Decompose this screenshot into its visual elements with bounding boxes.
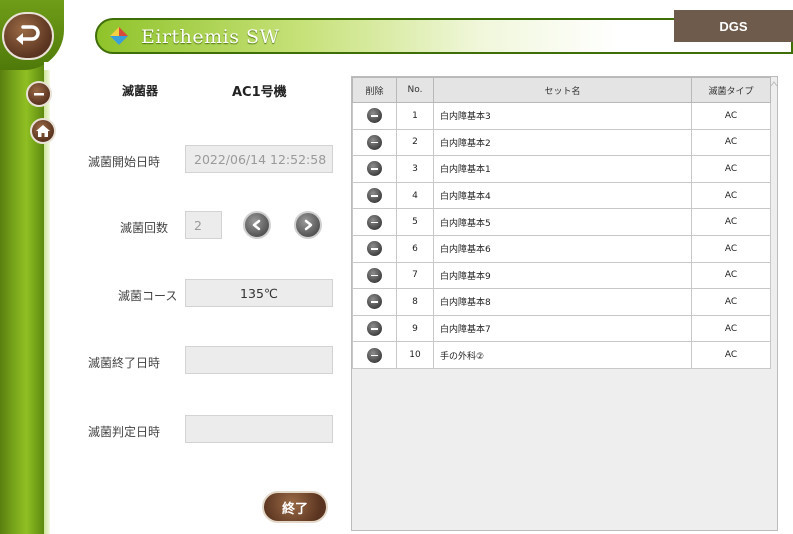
start-time-label: 滅菌開始日時 <box>88 155 161 169</box>
diamond-logo-icon <box>110 27 128 45</box>
next-count-button[interactable] <box>294 211 322 239</box>
table-row[interactable]: 8 白内障基本8 AC <box>352 288 771 316</box>
back-arrow-icon <box>16 25 40 45</box>
home-icon <box>36 125 50 137</box>
row-no: 5 <box>396 208 434 236</box>
remove-row-icon[interactable] <box>367 321 382 337</box>
remove-row-icon[interactable] <box>367 161 382 177</box>
table-row[interactable]: 7 白内障基本9 AC <box>352 261 771 290</box>
row-set-name: 白内障基本3 <box>433 102 692 130</box>
table-row[interactable]: 6 白内障基本6 AC <box>352 234 771 263</box>
row-set-name: 白内障基本8 <box>433 288 692 316</box>
back-button[interactable] <box>2 12 54 60</box>
table-row[interactable]: 2 白内障基本2 AC <box>352 128 771 157</box>
course-field: 135℃ <box>185 279 333 307</box>
row-type: AC <box>691 314 771 343</box>
row-set-name: 白内障基本4 <box>433 181 692 210</box>
remove-row-icon[interactable] <box>367 134 382 150</box>
end-time-label: 滅菌終了日時 <box>88 356 161 370</box>
row-no: 1 <box>396 102 434 130</box>
col-no: No. <box>396 77 434 103</box>
app-title: Eirthemis SW <box>141 26 280 48</box>
remove-row-icon[interactable] <box>367 108 382 124</box>
row-type: AC <box>691 102 771 130</box>
row-no: 7 <box>396 261 434 290</box>
row-type: AC <box>691 155 771 183</box>
row-no: 10 <box>396 341 434 369</box>
device-label: 滅菌器 <box>122 84 159 98</box>
row-type: AC <box>691 208 771 236</box>
prev-count-button[interactable] <box>243 211 271 239</box>
row-no: 8 <box>396 288 434 316</box>
home-button[interactable] <box>30 118 56 144</box>
row-set-name: 白内障基本7 <box>433 314 692 343</box>
row-type: AC <box>691 181 771 210</box>
row-type: AC <box>691 341 771 369</box>
chevron-right-icon <box>304 219 313 231</box>
table-row[interactable]: 4 白内障基本4 AC <box>352 181 771 210</box>
count-label: 滅菌回数 <box>120 221 169 235</box>
remove-row-icon[interactable] <box>367 188 382 204</box>
table-row[interactable]: 10 手の外科② AC <box>352 341 771 369</box>
row-no: 9 <box>396 314 434 343</box>
table-row[interactable]: 1 白内障基本3 AC <box>352 102 771 130</box>
judge-time-field <box>185 415 333 443</box>
start-time-field: 2022/06/14 12:52:58 <box>185 145 333 173</box>
row-type: AC <box>691 234 771 263</box>
remove-row-icon[interactable] <box>367 267 382 283</box>
set-table: 削除 No. セット名 滅菌タイプ 1 白内障基本3 AC 2 白内障基本2 A… <box>352 77 771 369</box>
remove-row-icon[interactable] <box>367 347 382 363</box>
table-row[interactable]: 3 白内障基本1 AC <box>352 155 771 183</box>
minus-icon <box>34 93 44 96</box>
col-delete: 削除 <box>352 77 397 103</box>
row-set-name: 白内障基本1 <box>433 155 692 183</box>
row-set-name: 白内障基本5 <box>433 208 692 236</box>
row-no: 3 <box>396 155 434 183</box>
set-list-panel[interactable]: 削除 No. セット名 滅菌タイプ 1 白内障基本3 AC 2 白内障基本2 A… <box>351 76 778 531</box>
col-set-name: セット名 <box>433 77 692 103</box>
row-no: 6 <box>396 234 434 263</box>
row-set-name: 白内障基本2 <box>433 128 692 157</box>
remove-row-icon[interactable] <box>367 294 382 310</box>
row-type: AC <box>691 261 771 290</box>
scroll-up-icon[interactable] <box>770 77 778 91</box>
remove-row-icon[interactable] <box>367 214 382 230</box>
device-value: AC1号機 <box>232 85 287 100</box>
row-set-name: 手の外科② <box>433 341 692 369</box>
course-label: 滅菌コース <box>118 289 178 303</box>
chevron-left-icon <box>252 219 261 231</box>
minus-button[interactable] <box>26 81 52 107</box>
table-row[interactable]: 9 白内障基本7 AC <box>352 314 771 343</box>
col-type: 滅菌タイプ <box>691 77 771 103</box>
row-no: 4 <box>396 181 434 210</box>
row-type: AC <box>691 128 771 157</box>
row-set-name: 白内障基本9 <box>433 261 692 290</box>
row-no: 2 <box>396 128 434 157</box>
count-field: 2 <box>185 211 222 239</box>
table-row[interactable]: 5 白内障基本5 AC <box>352 208 771 236</box>
remove-row-icon[interactable] <box>367 241 382 257</box>
row-set-name: 白内障基本6 <box>433 234 692 263</box>
dgs-badge: DGS <box>674 10 793 42</box>
end-button[interactable]: 終了 <box>262 491 328 523</box>
row-type: AC <box>691 288 771 316</box>
table-header-row: 削除 No. セット名 滅菌タイプ <box>352 77 771 103</box>
end-time-field <box>185 346 333 374</box>
judge-time-label: 滅菌判定日時 <box>88 425 161 439</box>
